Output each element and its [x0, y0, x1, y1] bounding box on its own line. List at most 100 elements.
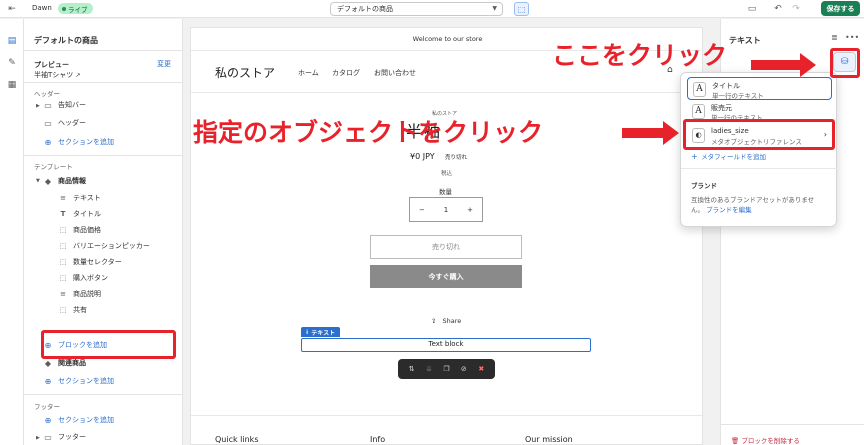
nav-contact[interactable]: お問い合わせ [374, 68, 416, 78]
add-section-label: セクションを追加 [58, 377, 114, 385]
tree-item-price[interactable]: ⬚ 商品価格 [58, 223, 101, 237]
edit-brand-link[interactable]: ブランドを編集 [706, 206, 752, 214]
hide-icon[interactable]: ⊘ [459, 365, 469, 373]
tree-item-quantity[interactable]: ⬚ 数量セレクター [58, 255, 122, 269]
block-icon: ⬚ [59, 306, 67, 314]
tree-item-description[interactable]: ≡ 商品説明 [58, 287, 101, 301]
block-tag-label: テキスト [311, 329, 336, 337]
save-button[interactable]: 保存する [821, 1, 860, 16]
text-block[interactable]: Text block [301, 338, 591, 352]
tree-item-label: 共有 [73, 306, 87, 314]
move-down-icon[interactable]: ⇊ [424, 365, 434, 373]
move-icon[interactable]: ⇅ [407, 365, 417, 373]
nav-home[interactable]: ホーム [298, 68, 319, 78]
tree-item-buy-button[interactable]: ⬚ 購入ボタン [58, 271, 108, 285]
selected-block-tag: ⁞ テキスト [301, 327, 341, 337]
tree-item-label: 購入ボタン [73, 274, 108, 282]
redo-icon[interactable]: ↷ [790, 3, 802, 15]
duplicate-icon[interactable]: ❐ [441, 365, 451, 373]
left-rail: ▤ ✎ ▦ [0, 19, 24, 445]
tree-item-title[interactable]: T タイトル [58, 207, 101, 221]
annotation-click-object: 指定のオブジェクトをクリック [193, 118, 544, 147]
tree-item-product-info[interactable]: ◆ 商品情報 [43, 174, 86, 188]
tree-item-label: バリエーションピッカー [73, 242, 150, 250]
quantity-stepper[interactable]: − 1 + [409, 197, 483, 222]
plus-circle-icon: ⊕ [44, 415, 52, 425]
left-panel: デフォルトの商品 プレビュー 変更 半袖Tシャツ ↗ ヘッダー ▶ ▭ 告知バー… [24, 19, 183, 445]
plus-circle-icon: ⊕ [44, 137, 52, 147]
block-toolbar: ⇅ ⇊ ❐ ⊘ ✖ [398, 359, 495, 379]
annotation-arrow-top [751, 60, 801, 70]
external-link-icon: ↗ [75, 72, 81, 79]
brand-heading: ブランド [691, 182, 717, 190]
top-bar: ⇤ Dawn ライブ デフォルトの商品 ▼ ⬚ ▭ ↶ ↷ 保存する [0, 0, 864, 18]
page-title: デフォルトの商品 [34, 36, 98, 45]
share-label: Share [442, 317, 462, 325]
text-t-icon: T [60, 210, 66, 218]
tree-item-share[interactable]: ⬚ 共有 [58, 303, 87, 317]
drag-handle-icon[interactable]: ⁞ [306, 329, 308, 336]
tree-item-header[interactable]: ▭ ヘッダー [43, 116, 86, 130]
divider [24, 82, 182, 83]
undo-icon[interactable]: ↶ [772, 3, 784, 15]
buy-now-button[interactable]: 今すぐ購入 [370, 265, 522, 288]
plus-icon[interactable]: + [467, 206, 473, 214]
preview-product[interactable]: 半袖Tシャツ ↗ [34, 70, 81, 80]
expand-caret-icon[interactable]: ▶ [36, 435, 40, 441]
footer-heading-mission: Our mission [525, 435, 573, 444]
tree-item-footer[interactable]: ▭ フッター [43, 430, 86, 444]
tree-item-announcement[interactable]: ▭ 告知バー [43, 98, 86, 112]
minus-icon[interactable]: − [419, 206, 425, 214]
share-icon: ⇪ [431, 317, 437, 325]
delete-block-button[interactable]: 🗑 ブロックを削除する [731, 435, 800, 445]
source-type: 単一行のテキスト [712, 92, 764, 100]
product-vendor: 私のストア [432, 111, 458, 117]
theme-name: Dawn [32, 4, 52, 12]
add-section-button[interactable]: ⊕ セクションを追加 [43, 135, 114, 149]
add-metafield-link[interactable]: + メタフィールドを追加 [691, 151, 766, 161]
tree-item-label: 数量セレクター [73, 258, 122, 266]
section-icon: ▭ [44, 118, 52, 128]
quantity-label: 数量 [439, 188, 452, 196]
plus-icon: + [691, 152, 698, 161]
nav-catalog[interactable]: カタログ [332, 68, 360, 78]
expand-caret-icon[interactable]: ▶ [36, 103, 40, 109]
database-icon[interactable]: ≣ [831, 33, 838, 42]
apps-icon[interactable]: ▦ [6, 79, 18, 91]
text-source-icon: A [692, 104, 705, 119]
annotation-box-add-block [41, 330, 176, 359]
sold-out-button[interactable]: 売り切れ [370, 235, 522, 259]
delete-icon[interactable]: ✖ [476, 365, 486, 373]
list-icon: ≡ [60, 194, 66, 202]
theme-settings-icon[interactable]: ✎ [6, 57, 18, 69]
footer-heading-info: Info [370, 435, 386, 444]
tree-item-label: ヘッダー [58, 119, 86, 127]
text-source-icon: A [693, 82, 706, 97]
list-icon: ≡ [60, 290, 66, 298]
tree-item-text[interactable]: ≡ テキスト [58, 191, 101, 205]
tree-item-label: 告知バー [58, 101, 86, 109]
exit-icon[interactable]: ⇤ [6, 3, 18, 15]
add-section-button-footer[interactable]: ⊕ セクションを追加 [43, 413, 114, 427]
source-item-title[interactable]: A タイトル 単一行のテキスト [687, 77, 832, 100]
tree-item-label: 関連商品 [58, 359, 86, 367]
desktop-icon[interactable]: ▭ [746, 3, 758, 15]
more-icon[interactable]: ••• [845, 33, 859, 42]
template-select[interactable]: デフォルトの商品 ▼ [330, 2, 503, 16]
template-select-value: デフォルトの商品 [337, 5, 393, 13]
live-dot-icon [62, 6, 66, 11]
store-logo[interactable]: 私のストア [215, 64, 275, 81]
preview-change-link[interactable]: 変更 [157, 59, 171, 69]
inspector-icon[interactable]: ⬚ [514, 2, 529, 16]
tree-item-label: テキスト [73, 194, 101, 202]
delete-block-label: ブロックを削除する [741, 437, 800, 445]
divider [24, 155, 182, 156]
annotation-arrow-head-mid [663, 121, 679, 145]
collapse-caret-icon[interactable]: ▼ [36, 178, 40, 184]
tree-item-variant-picker[interactable]: ⬚ バリエーションピッカー [58, 239, 150, 253]
share-button[interactable]: ⇪ Share [431, 317, 461, 325]
add-section-button-template[interactable]: ⊕ セクションを追加 [43, 374, 114, 388]
sections-icon[interactable]: ▤ [6, 35, 18, 47]
template-group-label: テンプレート [34, 163, 73, 171]
tag-icon: ◆ [44, 358, 52, 368]
